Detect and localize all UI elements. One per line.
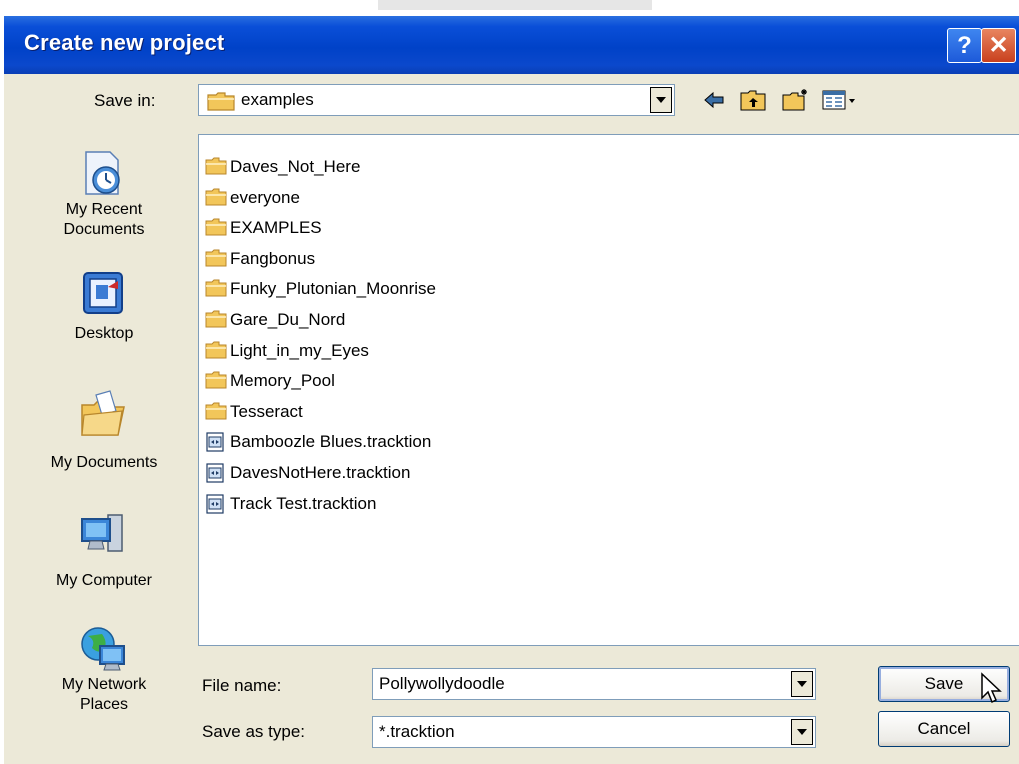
- place-label-line: My Network: [61, 676, 147, 693]
- place-label-line: My Computer: [55, 572, 153, 589]
- file-name-text: Funky_Plutonian_Moonrise: [230, 279, 437, 299]
- save-as-type-dropdown[interactable]: *.tracktion: [372, 716, 816, 748]
- window-title: Create new project: [24, 30, 225, 55]
- my-documents-icon: [81, 390, 125, 436]
- file-name-value: Pollywollydoodle: [379, 674, 505, 693]
- place-label-line: Places: [79, 696, 129, 713]
- place-label-line: Documents: [63, 221, 145, 238]
- save-in-value: examples: [241, 90, 314, 109]
- file-name-input[interactable]: Pollywollydoodle: [372, 668, 816, 700]
- save-as-type-label: Save as type:: [202, 722, 306, 741]
- file-name-text: Gare_Du_Nord: [230, 310, 346, 329]
- folder-icon: [205, 188, 227, 208]
- save-as-type-value: *.tracktion: [379, 722, 455, 741]
- folder-list-item[interactable]: EXAMPLES: [205, 214, 322, 242]
- folder-icon: [205, 310, 227, 330]
- new-folder-icon[interactable]: [782, 88, 810, 112]
- file-name-text: Track Test.tracktion: [230, 493, 377, 513]
- folder-icon: [205, 402, 227, 422]
- file-name-text: Fangbonus: [230, 248, 316, 268]
- folder-list-item[interactable]: Funky_Plutonian_Moonrise: [205, 275, 436, 303]
- folder-list-item[interactable]: Tesseract: [205, 398, 303, 426]
- file-name-text: DavesNotHere.tracktion: [230, 463, 411, 482]
- help-button[interactable]: ?: [947, 28, 982, 63]
- place-label-line: Desktop: [74, 325, 134, 342]
- folder-list-item[interactable]: Daves_Not_Here: [205, 153, 360, 181]
- file-list-item[interactable]: Track Test.tracktion: [205, 490, 376, 518]
- tracktion-file-icon: [205, 493, 227, 514]
- tracktion-file-icon: [205, 463, 227, 483]
- folder-icon: [205, 249, 227, 269]
- my-computer-icon: [81, 514, 123, 552]
- place-my-network-places[interactable]: My Network Places: [34, 619, 174, 749]
- folder-icon: [205, 371, 227, 391]
- recent-documents-icon: [85, 151, 120, 195]
- folder-list-item[interactable]: Memory_Pool: [205, 367, 335, 395]
- file-list-item[interactable]: DavesNotHere.tracktion: [205, 459, 410, 487]
- folder-icon: [205, 341, 227, 361]
- file-name-text: Bamboozle Blues.tracktion: [230, 432, 432, 452]
- file-name-label: File name:: [202, 676, 282, 695]
- tracktion-file-icon: [205, 432, 227, 452]
- place-my-recent-documents[interactable]: My Recent Documents: [34, 134, 174, 264]
- folder-icon: [207, 92, 235, 111]
- file-name-text: EXAMPLES: [230, 218, 322, 238]
- mouse-cursor-icon: [981, 672, 1002, 704]
- place-label-line: My Recent: [65, 201, 143, 218]
- folder-list-item[interactable]: everyone: [205, 184, 300, 212]
- file-list[interactable]: Daves_Not_Here everyone EXAMPLES Fangbonus F…: [198, 134, 1019, 646]
- file-name-text: Daves_Not_Here: [230, 157, 361, 176]
- network-places-icon: [81, 627, 125, 671]
- folder-icon: [205, 157, 227, 177]
- place-label-line: My Documents: [50, 454, 158, 471]
- folder-list-item[interactable]: Light_in_my_Eyes: [205, 337, 369, 365]
- views-menu-icon[interactable]: [822, 88, 858, 112]
- save-in-dropdown-arrow[interactable]: [650, 87, 672, 113]
- background-strip: [378, 0, 652, 10]
- save-as-type-dropdown-arrow[interactable]: [791, 719, 813, 745]
- back-arrow-icon[interactable]: [702, 88, 726, 112]
- folder-list-item[interactable]: Gare_Du_Nord: [205, 306, 345, 334]
- save-in-dropdown[interactable]: examples: [198, 84, 675, 116]
- cancel-button[interactable]: Cancel: [878, 711, 1010, 747]
- place-my-computer[interactable]: My Computer: [34, 499, 174, 609]
- place-desktop[interactable]: Desktop: [34, 269, 174, 364]
- folder-list-item[interactable]: Fangbonus: [205, 245, 315, 273]
- desktop-icon: [83, 272, 123, 314]
- place-my-documents[interactable]: My Documents: [34, 379, 174, 489]
- file-name-dropdown-arrow[interactable]: [791, 671, 813, 697]
- folder-icon: [205, 279, 227, 299]
- file-list-item[interactable]: Bamboozle Blues.tracktion: [205, 428, 431, 456]
- file-name-text: Memory_Pool: [230, 371, 335, 391]
- file-name-text: everyone: [230, 187, 300, 207]
- save-dialog: Create new project ? ✕ Save in: examples: [4, 16, 1019, 764]
- file-name-text: Tesseract: [230, 401, 303, 421]
- folder-icon: [205, 218, 227, 238]
- file-name-text: Light_in_my_Eyes: [230, 340, 369, 360]
- close-button[interactable]: ✕: [981, 28, 1016, 63]
- title-bar[interactable]: Create new project ? ✕: [4, 16, 1019, 74]
- up-one-level-icon[interactable]: [740, 88, 766, 112]
- save-in-label: Save in:: [94, 91, 156, 110]
